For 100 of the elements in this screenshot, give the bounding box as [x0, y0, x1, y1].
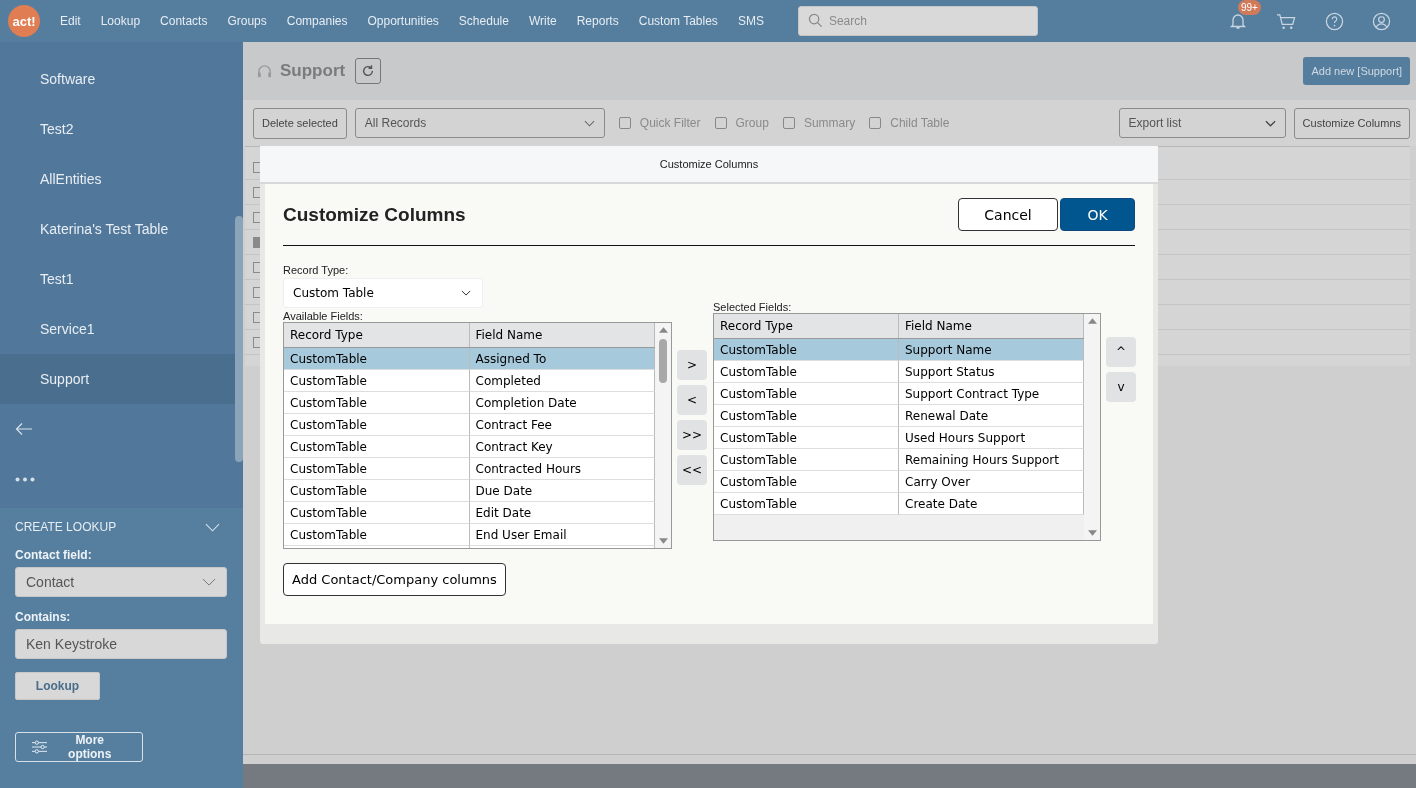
- sidebar-item[interactable]: Software: [0, 54, 235, 104]
- dialog-title: Customize Columns: [260, 146, 1158, 184]
- sidebar-item[interactable]: Service1: [0, 304, 235, 354]
- search-field[interactable]: Search: [797, 6, 1038, 36]
- checkbox-label: Quick Filter: [639, 116, 701, 130]
- checkbox[interactable]: [869, 117, 882, 129]
- bell-icon[interactable]: [1228, 11, 1248, 31]
- nav-menu-item[interactable]: Groups: [217, 14, 277, 28]
- contact-field-dropdown[interactable]: Contact: [15, 567, 227, 597]
- cart-icon[interactable]: [1276, 11, 1297, 31]
- table-row[interactable]: CustomTable Contract Key: [284, 436, 655, 458]
- move-field-button[interactable]: <: [677, 385, 707, 415]
- table-row[interactable]: CustomTable Contract Fee: [284, 414, 655, 436]
- refresh-button[interactable]: [355, 58, 382, 84]
- field-label: Contains:: [15, 610, 72, 624]
- table-row[interactable]: CustomTable Due Date: [284, 480, 655, 502]
- ok-button[interactable]: OK: [1060, 198, 1135, 231]
- help-icon[interactable]: [1325, 11, 1344, 31]
- sidebar-item[interactable]: Test1: [0, 254, 235, 304]
- scrollbar[interactable]: [1084, 314, 1100, 540]
- chevron-down-icon[interactable]: [205, 522, 220, 532]
- checkbox[interactable]: [618, 117, 631, 129]
- field-label: Contact field:: [15, 548, 93, 562]
- move-field-button[interactable]: >>: [677, 420, 707, 450]
- sliders-icon: [32, 740, 48, 754]
- sidebar-item[interactable]: Support: [0, 354, 235, 404]
- table-row[interactable]: CustomTable Completion Date: [284, 392, 655, 414]
- scroll-down-icon[interactable]: [658, 538, 668, 544]
- table-row[interactable]: CustomTable Contracted Hours: [284, 458, 655, 480]
- nav-menu-item[interactable]: Companies: [276, 14, 358, 28]
- chevron-down-icon: [1264, 119, 1276, 127]
- table-row[interactable]: CustomTable Completed: [284, 370, 655, 392]
- records-filter-dropdown[interactable]: All Records: [354, 108, 605, 138]
- table-row[interactable]: CustomTable Support Contract Type: [714, 383, 1084, 405]
- table-row[interactable]: CustomTable Support Status: [714, 361, 1084, 383]
- table-row[interactable]: CustomTable Used Hours Support: [714, 427, 1084, 449]
- column-header[interactable]: Record Type: [714, 314, 899, 338]
- checkbox[interactable]: [782, 117, 795, 129]
- sidebar-item[interactable]: AllEntities: [0, 154, 235, 204]
- notification-badge: 99+: [1238, 0, 1261, 15]
- nav-menu-item[interactable]: Contacts: [150, 14, 218, 28]
- nav-menu-item[interactable]: Write: [518, 14, 567, 28]
- customize-columns-button[interactable]: Customize Columns: [1293, 107, 1410, 139]
- checkbox-label: Child Table: [890, 116, 950, 130]
- checkbox-label: Group: [735, 116, 769, 130]
- add-contact-company-columns-button[interactable]: Add Contact/Company columns: [283, 563, 506, 596]
- sidebar-item[interactable]: Katerina's Test Table: [0, 204, 235, 254]
- column-header[interactable]: Record Type: [284, 323, 470, 347]
- section-title: CREATE LOOKUP: [15, 520, 117, 534]
- sidebar-item[interactable]: Test2: [0, 104, 235, 154]
- page-title: Support: [280, 61, 346, 81]
- table-row[interactable]: CustomTable Remaining Hours Support: [714, 449, 1084, 471]
- chevron-down-icon: [461, 290, 471, 296]
- nav-menu-item[interactable]: Lookup: [90, 14, 151, 28]
- table-row[interactable]: CustomTable End User Email: [284, 524, 655, 546]
- chevron-down-icon: [202, 578, 216, 586]
- table-cell: CustomTable: [714, 493, 899, 515]
- table-row[interactable]: CustomTable Assigned To: [284, 348, 655, 370]
- table-row[interactable]: CustomTable Renewal Date: [714, 405, 1084, 427]
- dialog-heading: Customize Columns: [283, 203, 467, 226]
- search-icon: [807, 13, 823, 28]
- headset-icon: [257, 63, 272, 79]
- reorder-button[interactable]: ^: [1106, 337, 1136, 367]
- scrollbar-thumb[interactable]: [235, 216, 243, 462]
- table-row[interactable]: CustomTable Carry Over: [714, 471, 1084, 493]
- table-row[interactable]: CustomTable Support Name: [714, 339, 1084, 361]
- chevron-down-icon: [583, 119, 595, 127]
- scroll-down-icon[interactable]: [1087, 530, 1097, 536]
- field-label: Record Type:: [283, 264, 350, 276]
- scrollbar-thumb[interactable]: [659, 339, 667, 383]
- contains-field[interactable]: Ken Keystroke: [15, 629, 227, 659]
- checkbox[interactable]: [714, 117, 727, 129]
- nav-menu-item[interactable]: Opportunities: [357, 14, 449, 28]
- user-account-icon[interactable]: [1372, 11, 1391, 31]
- delete-selected-button[interactable]: Delete selected: [253, 107, 347, 139]
- cancel-button[interactable]: Cancel: [958, 198, 1058, 231]
- back-arrow-icon[interactable]: [15, 422, 33, 436]
- record-type-dropdown[interactable]: Custom Table: [283, 278, 483, 308]
- checkbox-label: Summary: [803, 116, 856, 130]
- scrollbar[interactable]: [655, 323, 671, 548]
- export-list-dropdown[interactable]: Export list: [1118, 108, 1286, 138]
- list-label: Available Fields:: [283, 310, 364, 322]
- more-icon[interactable]: [15, 476, 35, 482]
- lookup-button[interactable]: Lookup: [15, 672, 100, 700]
- nav-menu-item[interactable]: SMS: [727, 14, 774, 28]
- move-field-button[interactable]: >: [677, 350, 707, 380]
- more-options-button[interactable]: More options: [15, 732, 143, 762]
- nav-menu-item[interactable]: Reports: [566, 14, 629, 28]
- table-row[interactable]: CustomTable Create Date: [714, 493, 1084, 515]
- reorder-button[interactable]: v: [1106, 372, 1136, 402]
- table-cell: Create Date: [899, 493, 1084, 515]
- scroll-up-icon[interactable]: [1087, 318, 1097, 324]
- table-row[interactable]: CustomTable Edit Date: [284, 502, 655, 524]
- refresh-icon: [361, 64, 376, 78]
- nav-menu-item[interactable]: Schedule: [448, 14, 519, 28]
- nav-menu-item[interactable]: Edit: [50, 14, 91, 28]
- scroll-up-icon[interactable]: [658, 327, 668, 333]
- move-field-button[interactable]: <<: [677, 455, 707, 485]
- nav-menu-item[interactable]: Custom Tables: [628, 14, 728, 28]
- list-label: Selected Fields:: [713, 301, 793, 313]
